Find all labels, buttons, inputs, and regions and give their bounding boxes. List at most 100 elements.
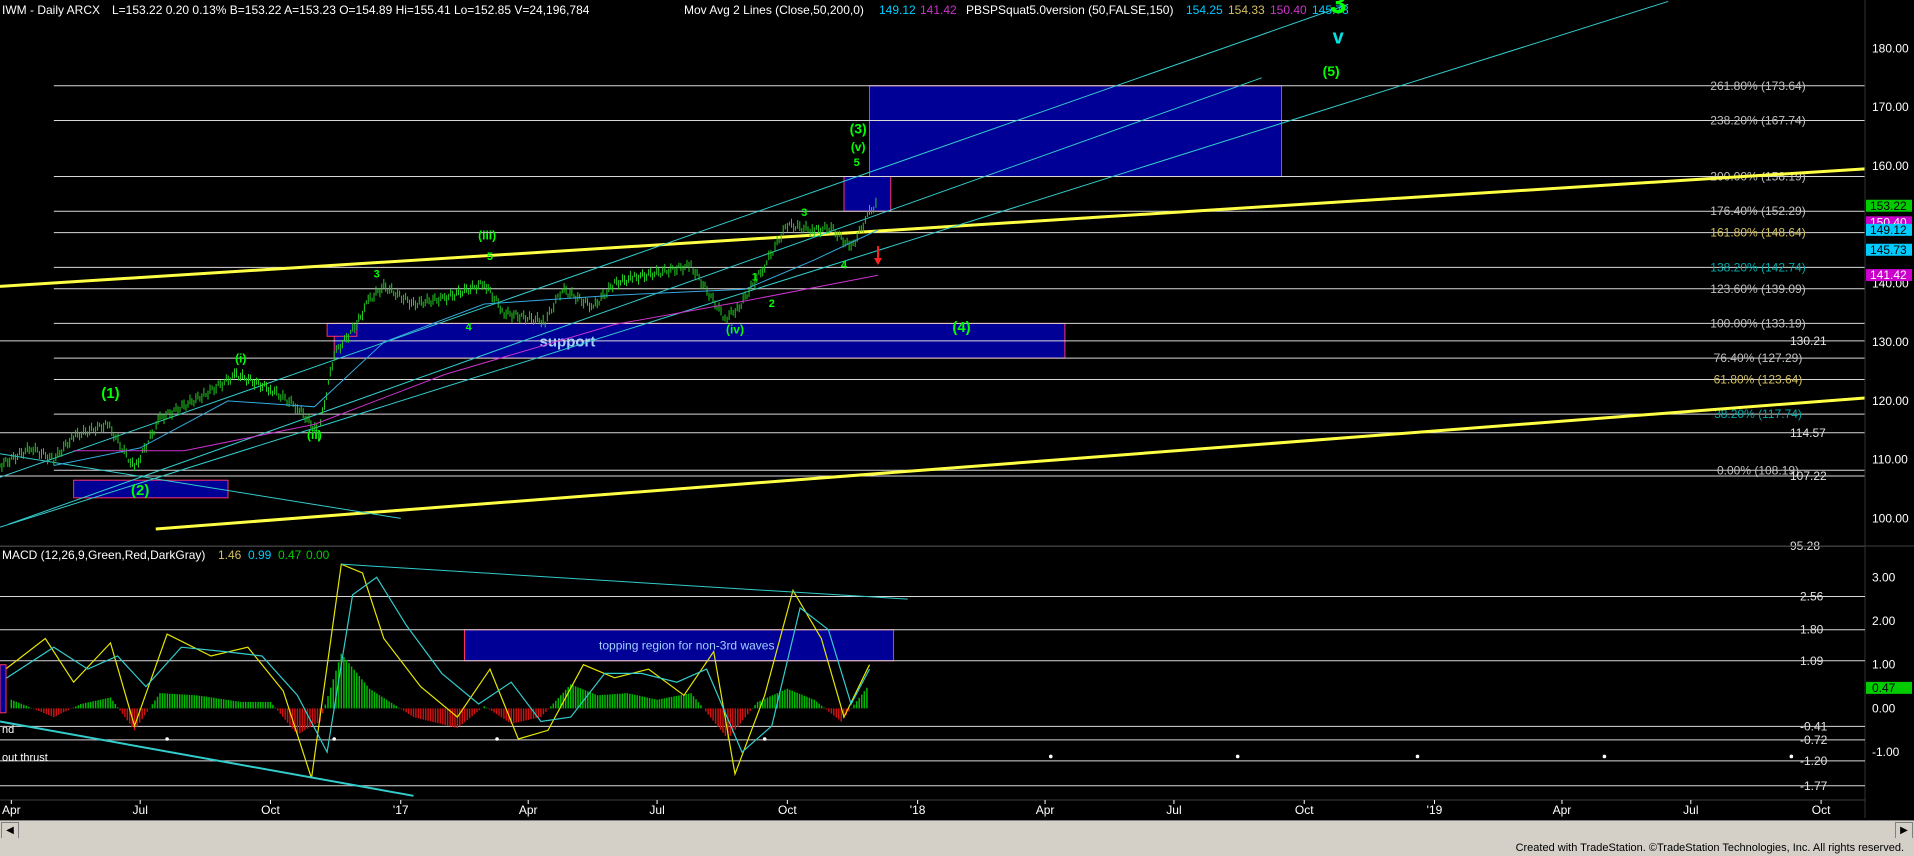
macd-dot <box>495 737 499 741</box>
scroll-left-arrow-icon[interactable]: ◀ <box>1 822 19 839</box>
wave-label: (iv) <box>726 322 744 336</box>
price-level-label: 107.22 <box>1790 469 1827 483</box>
x-axis-label: Apr <box>519 803 538 817</box>
price-badge-label: 141.42 <box>1870 268 1907 282</box>
price-axis-label: 100.00 <box>1872 511 1909 525</box>
target-box <box>843 176 892 212</box>
macd-badge-label: 0.47 <box>1872 681 1896 695</box>
x-axis-label: Oct <box>1295 803 1314 817</box>
target-box <box>868 85 1283 178</box>
macd-dot <box>1235 754 1240 759</box>
x-axis-label: '19 <box>1427 803 1443 817</box>
wave-label: 3 <box>374 269 380 281</box>
macd-level-label: 1.80 <box>1800 623 1824 637</box>
price-axis-label: 170.00 <box>1872 100 1909 114</box>
price-badge-label: 145.73 <box>1870 243 1907 257</box>
macd-axis-label: 1.00 <box>1872 658 1896 672</box>
price-badge-label: 153.22 <box>1870 199 1907 213</box>
macd-dot <box>165 737 169 741</box>
wave-label: 5 <box>487 251 493 263</box>
fib-level-label: 138.20% (142.74) <box>1710 260 1805 274</box>
x-axis-label: Apr <box>2 803 21 817</box>
copyright-text: Created with TradeStation. ©TradeStation… <box>1515 842 1904 854</box>
x-axis-label: Apr <box>1553 803 1572 817</box>
x-axis-label: Oct <box>778 803 797 817</box>
macd-axis-label: -1.00 <box>1872 745 1900 759</box>
header-symbol: IWM - Daily ARCX <box>2 3 100 17</box>
price-axis-label: 180.00 <box>1872 41 1909 55</box>
x-axis-label: Jul <box>1166 803 1181 817</box>
fib-level-label: 161.80% (148.64) <box>1710 226 1805 240</box>
price-badge-label: 149.12 <box>1870 223 1907 237</box>
macd-dot <box>1789 754 1794 759</box>
macd-dot <box>1415 754 1420 759</box>
x-axis-label: Jul <box>1683 803 1698 817</box>
wave-label: (4) <box>952 319 970 336</box>
macd-dot <box>762 737 767 741</box>
macd-dot <box>1048 754 1053 759</box>
price-level-label: 114.57 <box>1790 426 1826 440</box>
fib-level-label: 100.00% (133.19) <box>1710 316 1805 330</box>
x-axis-label: Oct <box>261 803 280 817</box>
macd-value: 1.46 <box>218 548 242 562</box>
fib-level-label: 261.80% (173.64) <box>1710 79 1805 93</box>
price-axis-label: 160.00 <box>1872 159 1909 173</box>
wave-label: (2) <box>131 482 149 499</box>
header-ma50-value: 149.12 <box>879 3 916 17</box>
header-indicator-value: 150.40 <box>1270 3 1307 17</box>
status-bar: Created with TradeStation. ©TradeStation… <box>0 838 1914 856</box>
macd-value: 0.00 <box>306 548 330 562</box>
wave-label: (3) <box>850 121 867 137</box>
wave-label: v <box>1333 27 1345 49</box>
fib-level-label: 61.80% (123.64) <box>1714 373 1803 387</box>
wave-label: (1) <box>101 385 119 402</box>
macd-axis-label: 3.00 <box>1872 570 1896 584</box>
macd-value: 0.99 <box>248 548 272 562</box>
header-ma200-value: 141.42 <box>920 3 957 17</box>
fib-level-label: 176.40% (152.29) <box>1710 204 1805 218</box>
price-axis-label: 120.00 <box>1872 394 1909 408</box>
x-axis-label: Apr <box>1036 803 1055 817</box>
wave-label: (iii) <box>478 228 496 242</box>
price-axis-label: 110.00 <box>1872 453 1908 467</box>
price-axis-label: 130.00 <box>1872 335 1909 349</box>
wave-label: (ii) <box>307 428 322 442</box>
fib-level-label: 238.20% (167.74) <box>1710 113 1805 127</box>
header-indicator-value: 154.33 <box>1228 3 1265 17</box>
macd-left-text: out thrust <box>2 752 48 764</box>
fib-level-label: 0.00% (108.19) <box>1717 463 1799 477</box>
target-box <box>73 479 229 499</box>
macd-axis-label: 0.00 <box>1872 701 1896 715</box>
header-ma-label: Mov Avg 2 Lines (Close,50,200,0) <box>684 3 864 17</box>
wave-label: (i) <box>235 352 246 366</box>
macd-level-label: -0.41 <box>1800 719 1828 733</box>
wave-label: 1 <box>752 271 758 283</box>
x-axis-label: '17 <box>393 803 409 817</box>
x-axis-label: Jul <box>133 803 148 817</box>
macd-level-label: -1.77 <box>1800 779 1828 793</box>
wave-label: 2 <box>769 298 775 310</box>
macd-level-label: 2.56 <box>1800 590 1824 604</box>
macd-label: MACD (12,26,9,Green,Red,DarkGray) <box>2 548 205 562</box>
macd-dot <box>1602 754 1607 759</box>
wave-label: 4 <box>841 260 848 272</box>
macd-value: 0.47 <box>278 548 302 562</box>
wave-label: 3 <box>1330 0 1347 20</box>
macd-dot <box>332 737 336 741</box>
macd-left-edge-box <box>0 664 7 714</box>
macd-level-label: -1.20 <box>1800 754 1828 768</box>
fib-level-label: 76.40% (127.29) <box>1714 351 1803 365</box>
wave-label: 4 <box>466 321 473 333</box>
macd-left-text: nd <box>2 724 14 736</box>
wave-label: 3 <box>801 207 807 219</box>
topping-region-label: topping region for non-3rd waves <box>599 638 774 652</box>
x-axis-label: Oct <box>1812 803 1831 817</box>
header-quote: L=153.22 0.20 0.13% B=153.22 A=153.23 O=… <box>112 3 590 17</box>
price-chart: IWM - Daily ARCX L=153.22 0.20 0.13% B=1… <box>0 0 1914 856</box>
wave-label: (5) <box>1323 63 1340 79</box>
horizontal-scrollbar[interactable]: ◀ ▶ <box>0 820 1914 839</box>
price-level-label: 130.21 <box>1790 334 1827 348</box>
macd-level-label: -0.72 <box>1800 733 1828 747</box>
scroll-right-arrow-icon[interactable]: ▶ <box>1895 822 1913 839</box>
macd-axis-label: 2.00 <box>1872 614 1896 628</box>
